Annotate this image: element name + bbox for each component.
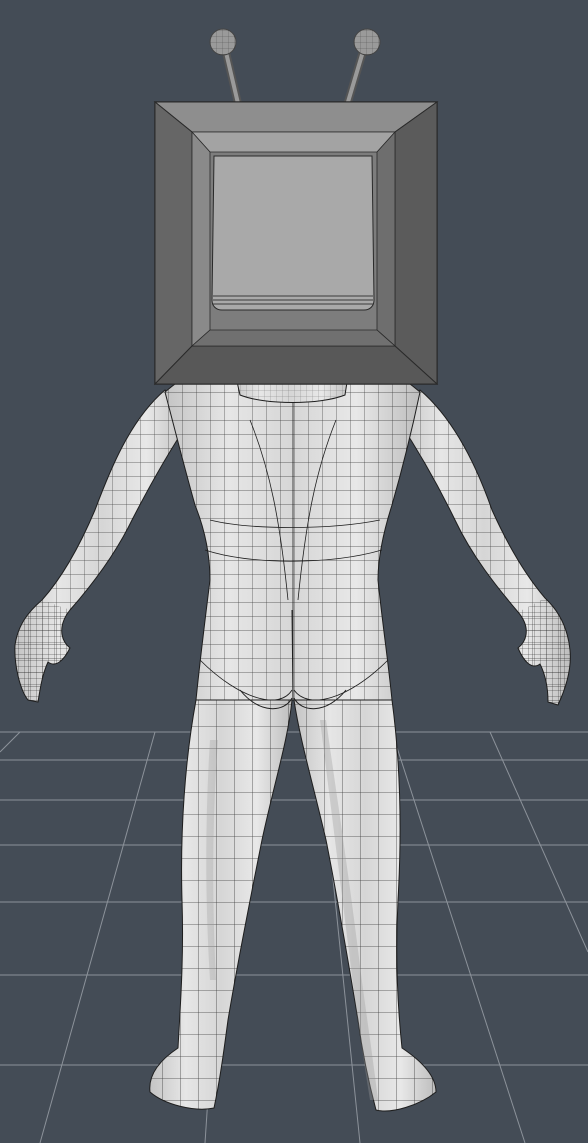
tv-head-model[interactable] [153,28,439,386]
character-body-mesh[interactable] [14,343,571,1112]
3d-viewport[interactable] [0,0,588,1143]
floor-grid [0,731,588,1143]
